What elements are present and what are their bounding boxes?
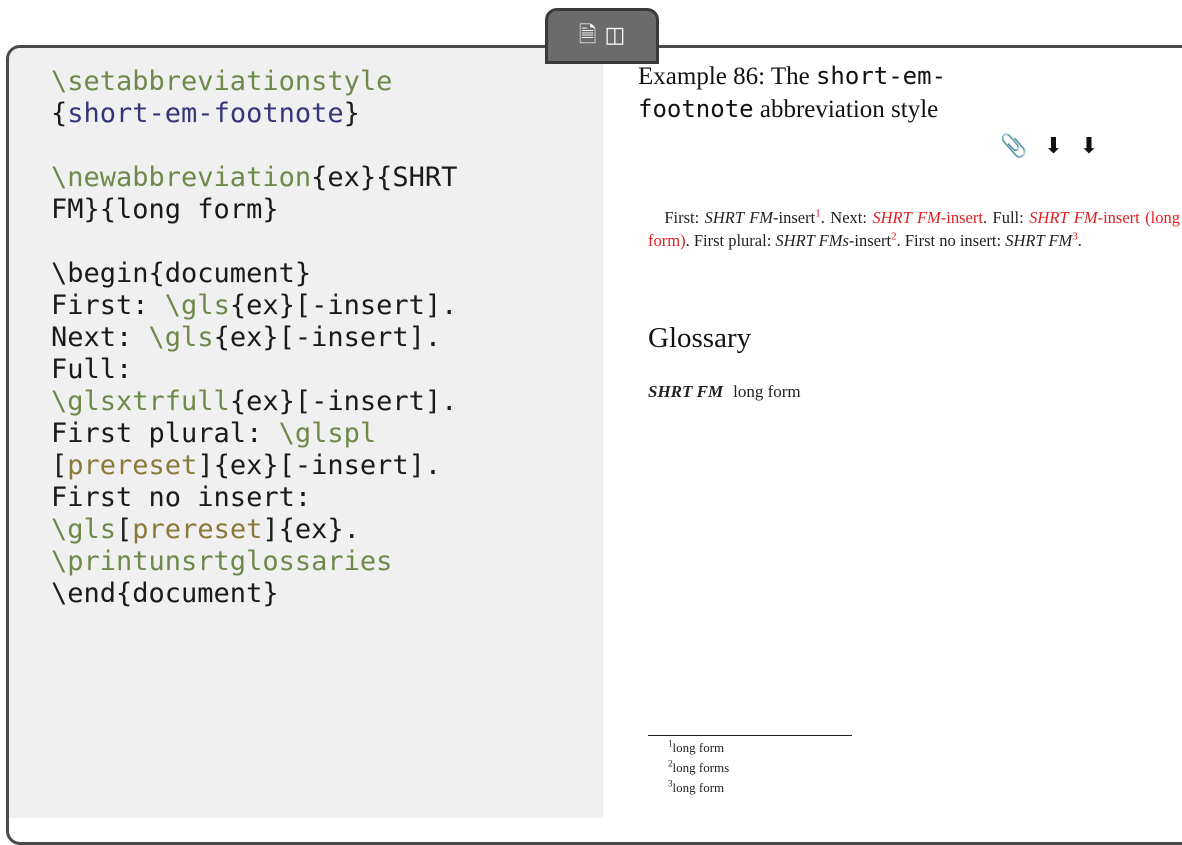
code-line: First no insert: [51, 482, 312, 513]
glossary-term: SHRT FM [648, 382, 724, 401]
download-source-icon[interactable]: ⬇ [1044, 134, 1062, 159]
attachment-icon[interactable]: 📎 [1000, 134, 1027, 159]
code-line: \begin{document} [51, 258, 312, 289]
glossary-description: long form [733, 382, 801, 401]
abbrev-link[interactable]: SHRT FM-insert [872, 208, 983, 227]
code-line: FM}{long form} [51, 194, 279, 225]
footnote-rule [648, 735, 852, 736]
code-line: \glsxtrfull{ex}[-insert]. [51, 386, 458, 417]
code-panel: \setabbreviationstyle {short-em-footnote}… [9, 48, 603, 818]
code-line: {short-em-footnote} [51, 98, 360, 129]
code-line: First plural: \glspl [51, 418, 377, 449]
file-toggle-tab[interactable]: 🗎 ◫ [545, 8, 659, 64]
download-pdf-icon[interactable]: ⬇ [1080, 134, 1098, 159]
example-title-prefix: Example 86: The [638, 63, 816, 90]
code-line: \printunsrtglossaries [51, 546, 393, 577]
example-style-name-1: short-em- [815, 62, 947, 90]
source-file-icon[interactable]: 🗎 [579, 25, 597, 47]
code-line: \end{document} [51, 578, 279, 609]
glossary-heading: Glossary [648, 322, 752, 354]
footnote: 2long forms [668, 758, 730, 775]
code-line: First: \gls{ex}[-insert]. [51, 290, 458, 321]
pdf-file-icon[interactable]: ◫ [604, 25, 625, 47]
code-line: \newabbreviation{ex}{SHRT [51, 162, 458, 193]
code-line: \gls[prereset]{ex}. [51, 514, 360, 545]
example-title: Example 86: The short-em- footnote abbre… [638, 60, 1038, 126]
code-line: Next: \gls{ex}[-insert]. [51, 322, 442, 353]
example-icon-bar: 📎 ⬇ ⬇ [1000, 134, 1108, 159]
code-line: [prereset]{ex}[-insert]. [51, 450, 442, 481]
document-output-text: First: SHRT FM-insert1. Next: SHRT FM-in… [648, 207, 1181, 250]
code-line: Full: [51, 354, 133, 385]
footnote: 1long form [668, 738, 725, 755]
example-title-suffix: abbreviation style [753, 96, 939, 123]
example-style-name-2: footnote [638, 95, 754, 123]
code-line: \setabbreviationstyle [51, 66, 393, 97]
glossary-entry: SHRT FM long form [648, 382, 801, 402]
footnote: 3long form [668, 778, 725, 795]
